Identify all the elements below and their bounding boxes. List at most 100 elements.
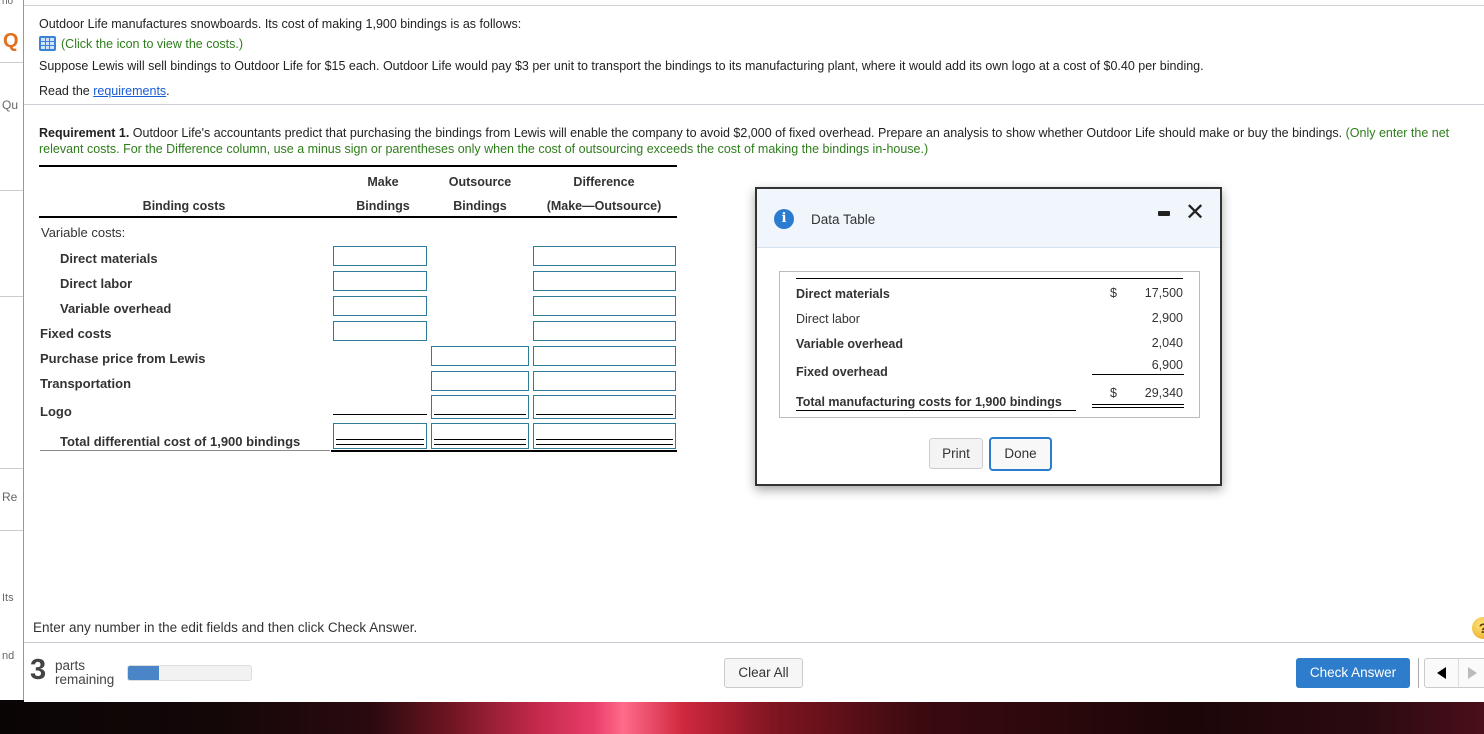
data-table-icon[interactable] [39, 36, 56, 51]
close-icon[interactable]: ✕ [1185, 200, 1205, 224]
total-make-input[interactable] [333, 423, 427, 449]
print-button[interactable]: Print [929, 438, 983, 469]
column-subheader-difference: (Make—Outsource) [546, 199, 662, 213]
divider [24, 5, 1484, 6]
table-top-rule [39, 165, 677, 167]
background-fragment: Re [2, 490, 18, 504]
info-icon: i [774, 209, 794, 229]
direct-labor-make-input[interactable] [333, 271, 427, 291]
question-navigation [1424, 658, 1484, 688]
header-bottom-rule [39, 216, 677, 218]
purchase-price-outsource-input[interactable] [431, 346, 529, 366]
dialog-title: Data Table [811, 212, 876, 227]
icon-hint-text: (Click the icon to view the costs.) [61, 37, 244, 51]
minimize-icon[interactable] [1158, 211, 1170, 216]
cost-row-value: 6,900 [1151, 358, 1183, 372]
next-arrow-icon[interactable] [1460, 659, 1484, 687]
divider [1418, 658, 1419, 688]
total-difference-input[interactable] [533, 423, 676, 449]
total-row-label: Total manufacturing costs for 1,900 bind… [796, 395, 1062, 409]
cost-row-label: Direct materials [796, 287, 890, 301]
row-label-direct-materials: Direct materials [60, 251, 158, 266]
total-outsource-input[interactable] [431, 423, 529, 449]
parts-remaining-label: parts remaining [55, 658, 115, 687]
progress-bar [127, 665, 252, 681]
logo-outsource-input[interactable] [431, 395, 529, 419]
background-fragment: nd [2, 650, 15, 662]
row-label-purchase-price: Purchase price from Lewis [40, 351, 206, 366]
cost-row-label: Fixed overhead [796, 365, 888, 379]
direct-materials-difference-input[interactable] [533, 246, 676, 266]
column-subheader-make: Bindings [356, 199, 410, 213]
instruction-text: Enter any number in the edit fields and … [33, 620, 418, 635]
total-row-value: 29,340 [1144, 386, 1183, 400]
previous-arrow-icon[interactable] [1425, 659, 1459, 687]
column-subheader-outsource: Bindings [453, 199, 507, 213]
read-requirements: Read the requirements. [39, 84, 170, 98]
cost-row-value: 2,900 [1151, 311, 1183, 325]
data-table-dialog: i Data Table ✕ Direct materials $ 17,500… [755, 187, 1222, 486]
divider [0, 190, 23, 191]
logo-difference-input[interactable] [533, 395, 676, 419]
data-table-hint[interactable]: (Click the icon to view the costs.) [39, 36, 243, 52]
cost-row-label: Direct labor [796, 312, 860, 326]
purchase-price-difference-input[interactable] [533, 346, 676, 366]
fixed-costs-difference-input[interactable] [533, 321, 676, 341]
clear-all-button[interactable]: Clear All [724, 658, 803, 688]
row-label-logo: Logo [40, 404, 72, 419]
variable-overhead-difference-input[interactable] [533, 296, 676, 316]
fixed-costs-make-input[interactable] [333, 321, 427, 341]
requirements-link[interactable]: requirements [93, 84, 166, 98]
requirement-text: Requirement 1. Outdoor Life's accountant… [39, 125, 1469, 157]
cost-row-value: 17,500 [1144, 286, 1183, 300]
question-panel: Outdoor Life manufactures snowboards. It… [24, 0, 1484, 702]
requirement-body: Outdoor Life's accountants predict that … [129, 126, 1346, 140]
column-header-difference: Difference [573, 175, 635, 189]
row-label-direct-labor: Direct labor [60, 276, 133, 291]
desktop-background [0, 700, 1484, 734]
divider [0, 62, 23, 63]
background-fragment: ho [2, 0, 14, 7]
cost-data-table: Direct materials $ 17,500 Direct labor 2… [779, 271, 1200, 418]
divider [24, 104, 1484, 105]
column-header-outsource: Outsource [448, 175, 512, 189]
row-label-total: Total differential cost of 1,900 binding… [60, 434, 301, 449]
cost-row-currency: $ [1110, 286, 1117, 300]
parts-remaining-count: 3 [30, 654, 47, 686]
direct-materials-make-input[interactable] [333, 246, 427, 266]
subtotal-underline [1092, 374, 1184, 375]
total-double-underline [1092, 404, 1184, 408]
transportation-difference-input[interactable] [533, 371, 676, 391]
column-header-make: Make [367, 175, 399, 189]
divider [0, 296, 23, 297]
divider [24, 642, 1484, 643]
total-label-underline [796, 410, 1076, 411]
divider [0, 530, 23, 531]
help-icon[interactable]: ? [1472, 617, 1484, 639]
row-label-transportation: Transportation [40, 376, 132, 391]
make-or-buy-table: Make Outsource Difference Binding costs … [39, 165, 679, 455]
variable-overhead-make-input[interactable] [333, 296, 427, 316]
label-bottom-rule [40, 450, 330, 451]
row-label-variable-overhead: Variable overhead [60, 301, 172, 316]
row-label-variable-costs: Variable costs: [41, 225, 126, 240]
requirement-label: Requirement 1. [39, 126, 130, 140]
progress-bar-fill [128, 666, 159, 680]
direct-labor-difference-input[interactable] [533, 271, 676, 291]
background-logo: Q [3, 30, 19, 52]
background-page: ho Q Qu Re Its nd [0, 0, 24, 700]
table-top-rule [796, 278, 1183, 279]
problem-intro: Outdoor Life manufactures snowboards. It… [39, 17, 522, 31]
problem-scenario: Suppose Lewis will sell bindings to Outd… [39, 59, 1204, 73]
background-fragment: Qu [2, 98, 19, 112]
done-button[interactable]: Done [989, 437, 1052, 471]
divider [0, 468, 23, 469]
table-bottom-rule [331, 450, 677, 452]
column-header-binding-costs: Binding costs [142, 199, 226, 213]
background-fragment: Its [2, 592, 14, 604]
cost-row-value: 2,040 [1151, 336, 1183, 350]
transportation-outsource-input[interactable] [431, 371, 529, 391]
make-subtotal-underline [333, 414, 427, 415]
check-answer-button[interactable]: Check Answer [1296, 658, 1410, 688]
dialog-header: i Data Table ✕ [757, 189, 1220, 248]
